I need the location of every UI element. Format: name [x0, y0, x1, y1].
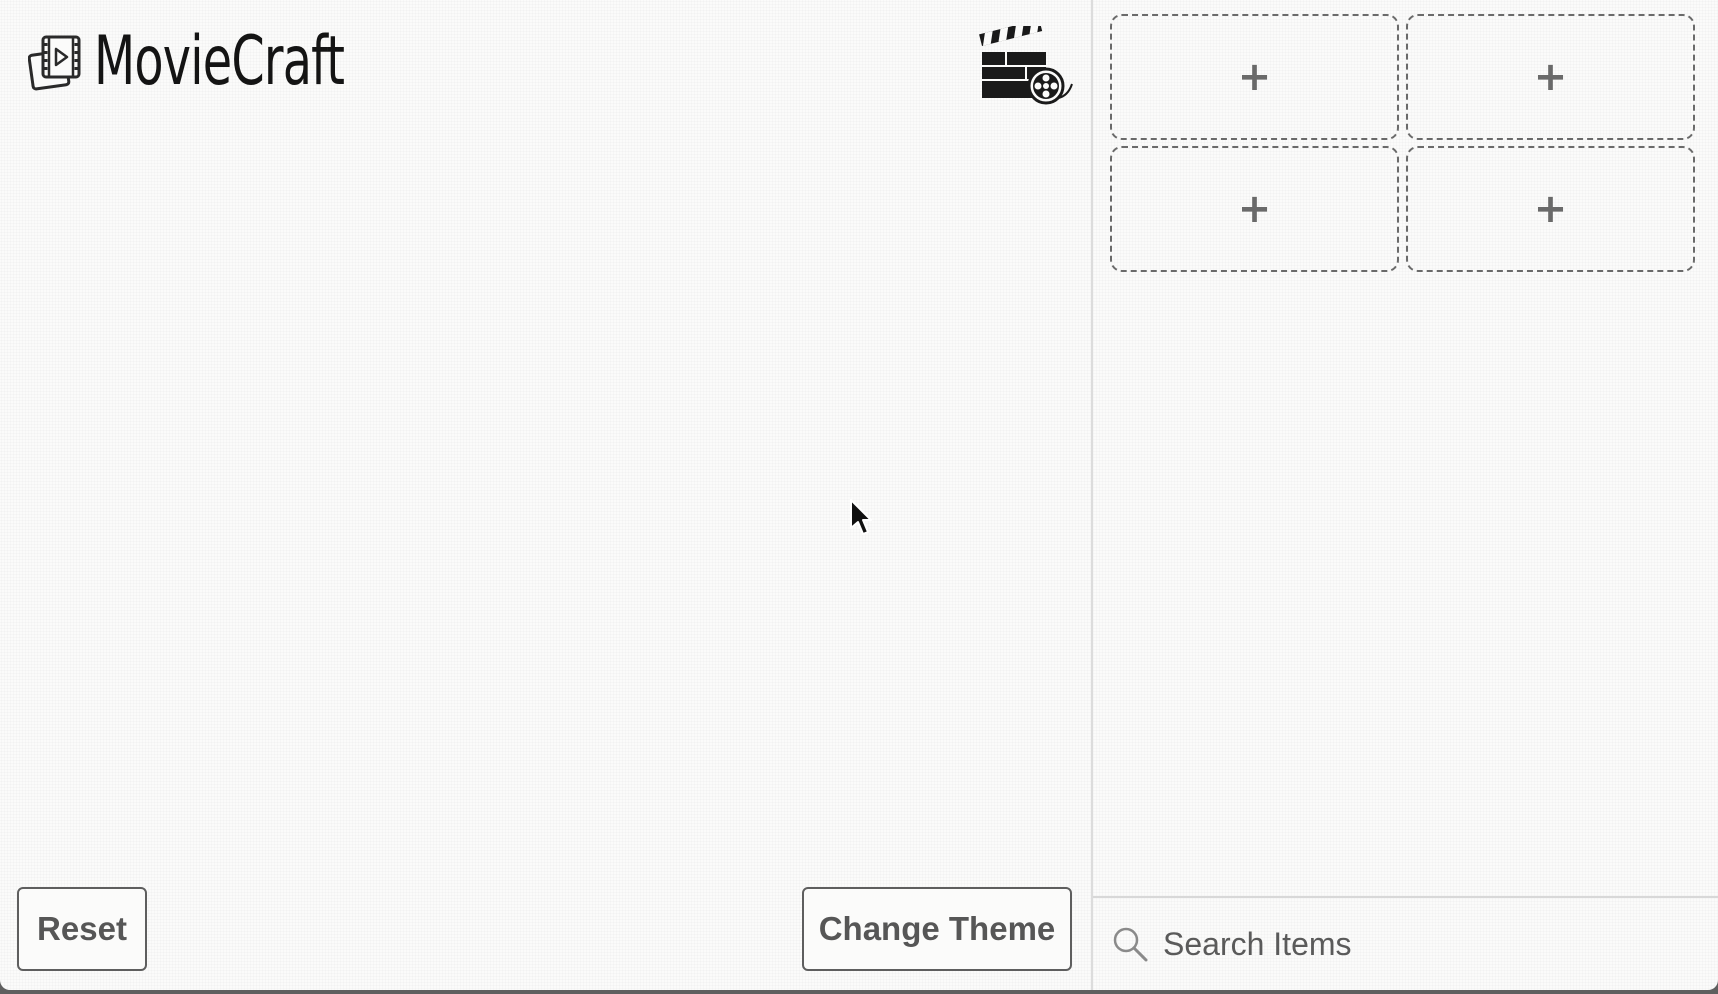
change-theme-button[interactable]: Change Theme	[802, 887, 1072, 971]
add-item-slot[interactable]: +	[1406, 146, 1695, 272]
clapperboard-film-reel-icon	[979, 26, 1073, 105]
items-panel: + + + +	[1093, 0, 1718, 990]
reset-button[interactable]: Reset	[17, 887, 147, 971]
mouse-pointer-icon	[850, 499, 872, 535]
film-cards-icon	[28, 35, 81, 91]
search-input[interactable]	[1163, 925, 1683, 963]
plus-icon: +	[1237, 186, 1272, 232]
add-item-slot[interactable]: +	[1406, 14, 1695, 140]
search-bar	[1093, 896, 1718, 990]
plus-icon: +	[1533, 186, 1568, 232]
app-title: MovieCraft	[94, 22, 345, 101]
app-window: MovieCraft Reset Change Theme + + + + Se…	[0, 0, 1718, 990]
app-logo: MovieCraft	[28, 28, 415, 96]
add-item-slot[interactable]: +	[1110, 14, 1399, 140]
plus-icon: +	[1237, 54, 1272, 100]
plus-icon: +	[1533, 54, 1568, 100]
workspace-panel: MovieCraft Reset Change Theme	[0, 0, 1091, 990]
search-icon	[1113, 927, 1148, 962]
add-item-slot[interactable]: +	[1110, 146, 1399, 272]
